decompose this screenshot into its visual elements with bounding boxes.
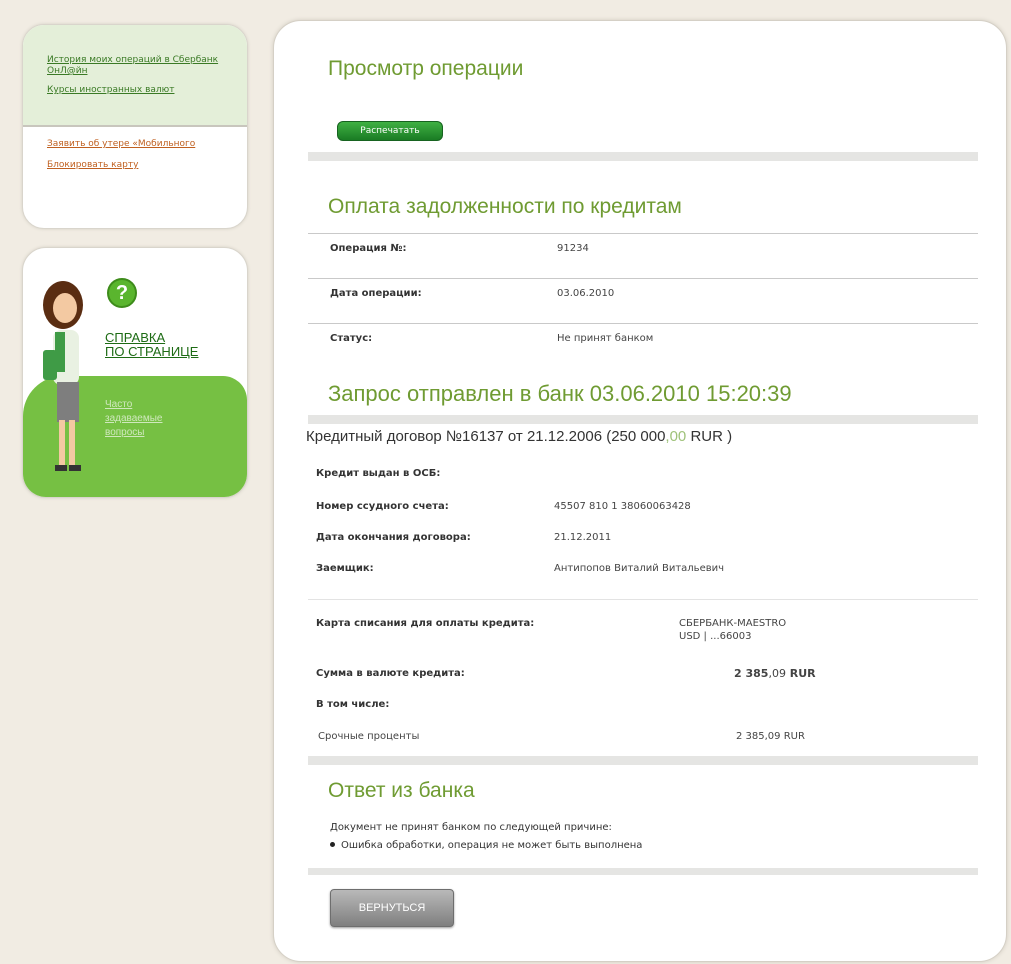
interest-value: 2 385,09 RUR [736, 731, 805, 742]
contract-title: Кредитный договор №16137 от 21.12.2006 (… [306, 428, 732, 445]
answer-intro: Документ не принят банком по следующей п… [330, 822, 612, 833]
debit-card-number: USD | ...66003 [679, 631, 752, 642]
assistant-illustration [43, 281, 83, 471]
divider [308, 599, 978, 600]
faq-link-line2: задаваемые [105, 413, 163, 424]
debit-card-name: СБЕРБАНК-MAESTRO [679, 618, 787, 629]
sidebar-links-bottom: Заявить об утере «Мобильного Блокировать… [23, 127, 247, 171]
sum-value: 2 385,09 RUR [734, 667, 816, 680]
answer-title: Ответ из банка [328, 779, 475, 802]
divider-bar [308, 152, 978, 161]
help-title-line1: СПРАВКА [105, 330, 166, 345]
bullet-icon [330, 842, 335, 847]
faq-link-line3: вопросы [105, 427, 145, 438]
operation-number-value: 91234 [557, 243, 589, 254]
sidebar-link-history[interactable]: История моих операций в Сбербанк ОнЛ@йн [47, 55, 233, 77]
account-value: 45507 810 1 38060063428 [554, 501, 691, 512]
divider [308, 323, 978, 324]
divider [308, 233, 978, 234]
page-title: Просмотр операции [328, 57, 524, 80]
help-panel: ? СПРАВКА ПО СТРАНИЦЕ Часто задаваемые в… [22, 247, 248, 498]
help-page-title[interactable]: СПРАВКА ПО СТРАНИЦЕ [105, 331, 198, 359]
answer-reason-text: Ошибка обработки, операция не может быть… [341, 840, 643, 851]
sum-currency: RUR [785, 667, 816, 680]
contract-end-label: Дата окончания договора: [316, 532, 471, 543]
divider-bar [308, 756, 978, 765]
interest-label: Срочные проценты [318, 731, 420, 742]
sidebar-link-currency-rates[interactable]: Курсы иностранных валют [47, 85, 233, 96]
help-title-line2: ПО СТРАНИЦЕ [105, 344, 199, 359]
sidebar-links-panel: История моих операций в Сбербанк ОнЛ@йн … [22, 24, 248, 229]
answer-reason: Ошибка обработки, операция не может быть… [330, 840, 642, 851]
faq-link[interactable]: Часто задаваемые вопросы [105, 398, 163, 440]
debit-card-label: Карта списания для оплаты кредита: [316, 618, 535, 629]
section-title: Оплата задолженности по кредитам [328, 195, 682, 218]
back-button[interactable]: ВЕРНУТЬСЯ [330, 889, 454, 927]
operation-date-label: Дата операции: [330, 288, 422, 299]
sidebar-link-block-card[interactable]: Блокировать карту [47, 160, 233, 171]
divider [308, 278, 978, 279]
operation-status-value: Не принят банком [557, 333, 654, 344]
contract-title-currency: RUR ) [686, 428, 733, 445]
operation-date-value: 03.06.2010 [557, 288, 615, 299]
contract-title-main: Кредитный договор №16137 от 21.12.2006 (… [306, 428, 666, 445]
credit-issued-label: Кредит выдан в ОСБ: [316, 468, 441, 479]
account-label: Номер ссудного счета: [316, 501, 449, 512]
contract-end-value: 21.12.2011 [554, 532, 612, 543]
sum-cents: ,09 [768, 667, 786, 680]
main-panel: Просмотр операции Распечатать Оплата зад… [273, 20, 1007, 962]
operation-number-label: Операция №: [330, 243, 407, 254]
request-title: Запрос отправлен в банк 03.06.2010 15:20… [328, 381, 792, 406]
operation-status-label: Статус: [330, 333, 373, 344]
sum-label: Сумма в валюте кредита: [316, 668, 465, 679]
sidebar-links-top: История моих операций в Сбербанк ОнЛ@йн … [23, 25, 247, 127]
print-button[interactable]: Распечатать [337, 121, 443, 141]
sidebar-link-report-loss[interactable]: Заявить об утере «Мобильного [47, 139, 233, 150]
including-label: В том числе: [316, 699, 390, 710]
sum-main: 2 385 [734, 667, 769, 680]
divider-bar [308, 868, 978, 875]
borrower-value: Антипопов Виталий Витальевич [554, 563, 725, 574]
contract-title-cents: ,00 [665, 428, 687, 445]
faq-link-line1: Часто [105, 399, 133, 410]
borrower-label: Заемщик: [316, 563, 374, 574]
help-question-icon: ? [107, 278, 137, 308]
divider-bar [308, 415, 978, 424]
